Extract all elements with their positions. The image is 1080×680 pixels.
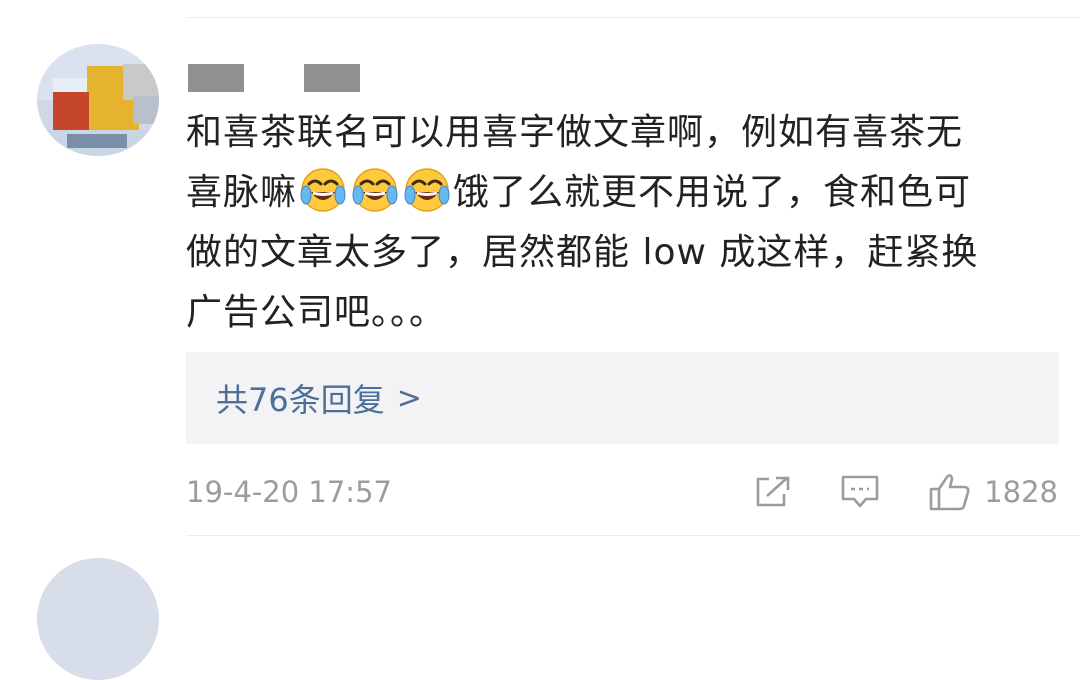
- laughing-tears-emoji-icon: [404, 167, 450, 213]
- comment-line: 做的文章太多了，居然都能 low 成这样，赶紧换: [186, 232, 979, 273]
- comment-line: 喜脉嘛 饿了么就更不用说了，食和色可: [186, 163, 1061, 223]
- share-icon: [754, 475, 792, 509]
- comment-text-fragment: 饿了么就更不用说了，食和色可: [453, 172, 972, 213]
- comment-button[interactable]: [840, 474, 880, 510]
- replies-label: 共76条回复: [216, 381, 385, 419]
- share-button[interactable]: [754, 475, 792, 509]
- next-comment-avatar[interactable]: [37, 558, 159, 680]
- view-replies-button[interactable]: 共76条回复 >: [186, 352, 1059, 444]
- comment-text: 和喜茶联名可以用喜字做文章啊，例如有喜茶无 喜脉嘛 饿了么就更不用说了，食和色可 …: [186, 103, 1061, 343]
- timestamp: 19-4-20 17:57: [186, 475, 392, 509]
- like-count: 1828: [984, 475, 1058, 509]
- comment-text-fragment: 喜脉嘛: [186, 172, 298, 213]
- thumbs-up-icon: [928, 472, 972, 512]
- top-divider: [186, 17, 1080, 18]
- username-masked[interactable]: [188, 64, 368, 92]
- laughing-tears-emoji-icon: [352, 167, 398, 213]
- comment-line: 和喜茶联名可以用喜字做文章啊，例如有喜茶无: [186, 112, 964, 153]
- laughing-tears-emoji-icon: [300, 167, 346, 213]
- comment-footer: 19-4-20 17:57 1828: [186, 470, 1058, 514]
- avatar[interactable]: [37, 44, 159, 156]
- chevron-right-icon: >: [396, 380, 422, 416]
- comment-icon: [840, 474, 880, 510]
- like-button[interactable]: 1828: [928, 472, 1058, 512]
- bottom-divider: [186, 535, 1080, 536]
- comment-line: 广告公司吧。。。: [186, 292, 447, 333]
